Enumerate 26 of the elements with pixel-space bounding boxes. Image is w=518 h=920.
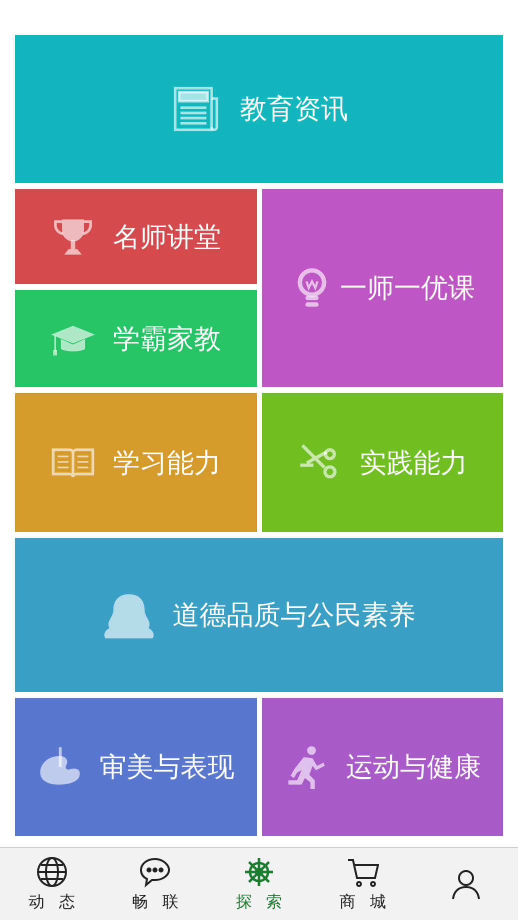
category-tile[interactable]: 学霸家教 bbox=[15, 290, 257, 387]
tile-label: 教育资讯 bbox=[240, 93, 348, 127]
category-tile[interactable]: 名师讲堂 bbox=[15, 189, 257, 284]
nav-tab[interactable]: 探索 bbox=[207, 848, 311, 920]
person-icon bbox=[450, 868, 482, 900]
globe-icon bbox=[36, 856, 68, 888]
tile-label: 学霸家教 bbox=[113, 322, 221, 356]
category-tile[interactable]: 审美与表现 bbox=[15, 698, 257, 836]
ship-wheel-icon bbox=[242, 856, 275, 888]
chat-icon bbox=[139, 856, 172, 888]
category-tile[interactable]: 一师一优课 bbox=[262, 189, 503, 387]
category-tile[interactable]: 运动与健康 bbox=[262, 698, 503, 836]
nav-tab[interactable]: 动态 bbox=[0, 848, 104, 920]
tile-label: 道德品质与公民素养 bbox=[172, 599, 416, 633]
category-tile[interactable]: 实践能力 bbox=[262, 393, 503, 532]
category-tile[interactable]: 学习能力 bbox=[15, 393, 257, 532]
category-tile[interactable]: 道德品质与公民素养 bbox=[15, 538, 503, 692]
tile-label: 一师一优课 bbox=[340, 272, 475, 306]
tile-label: 运动与健康 bbox=[346, 751, 481, 785]
tile-label: 审美与表现 bbox=[100, 751, 234, 785]
tile-label: 学习能力 bbox=[113, 446, 221, 480]
nav-tab[interactable]: 畅联 bbox=[104, 848, 208, 920]
category-tile[interactable]: 教育资讯 bbox=[15, 35, 503, 183]
nav-tab[interactable]: 商城 bbox=[310, 848, 414, 920]
tile-label: 实践能力 bbox=[360, 446, 468, 480]
tile-label: 名师讲堂 bbox=[113, 220, 221, 254]
